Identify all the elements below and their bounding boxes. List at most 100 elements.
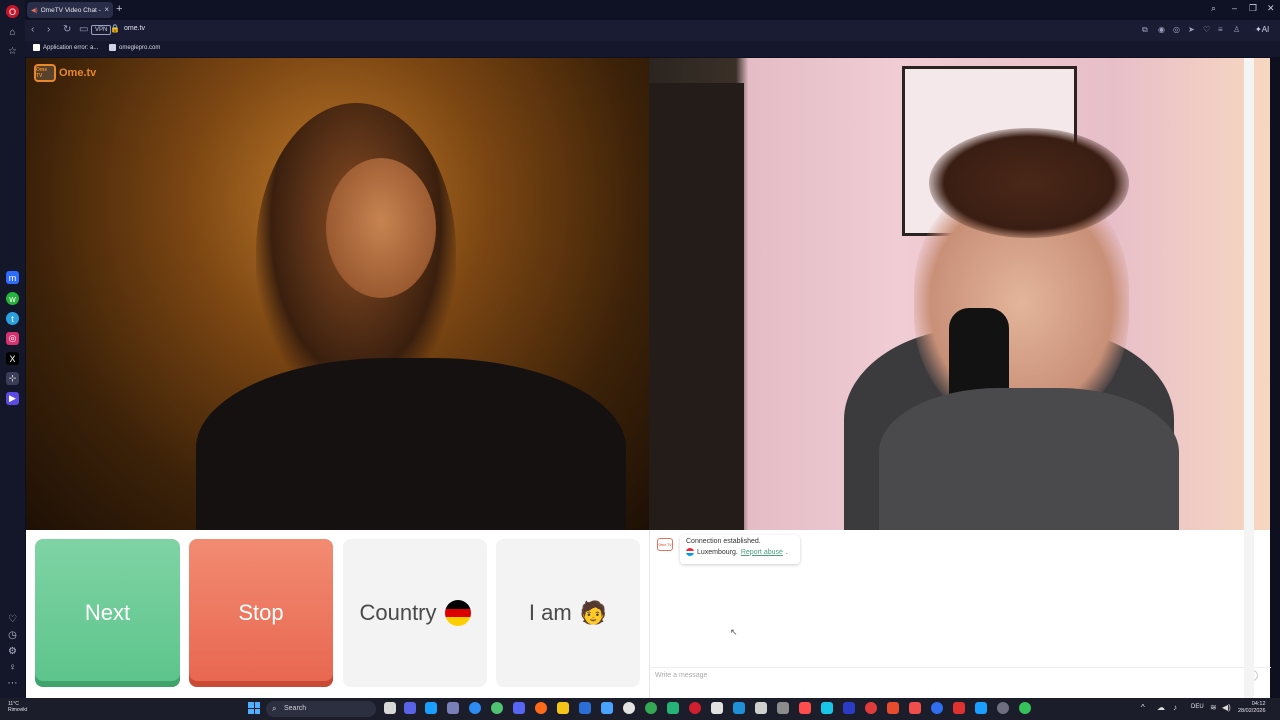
restore-icon[interactable]: ❐ <box>1249 3 1257 14</box>
extension-icon[interactable]: ⊹ <box>6 372 19 385</box>
bulb-icon[interactable]: ♀ <box>7 662 18 673</box>
app-icon[interactable] <box>799 702 811 714</box>
more-icon[interactable]: ⋯ <box>7 678 18 689</box>
tab-snapshot-icon[interactable]: ▭ <box>79 24 88 35</box>
ometv-logo[interactable]: Ome TV Ome.tv <box>34 64 96 82</box>
taskbar-search[interactable]: ⌕ Search <box>266 701 376 717</box>
star-icon[interactable]: ☆ <box>7 46 18 57</box>
language-indicator[interactable]: DEU <box>1191 704 1204 710</box>
snapshot-icon[interactable]: ⧉ <box>1142 25 1148 35</box>
country-button[interactable]: Country <box>343 539 487 687</box>
start-icon[interactable] <box>248 702 260 714</box>
ometv-page: Ome TV Ome.tv Next Stop Country I am 🧑 O… <box>26 58 1271 698</box>
telegram-icon[interactable]: t <box>6 312 19 325</box>
self-video <box>649 58 1270 530</box>
history-icon[interactable]: ◷ <box>7 630 18 641</box>
app-icon[interactable] <box>469 702 481 714</box>
app-icon[interactable] <box>711 702 723 714</box>
i-am-button[interactable]: I am 🧑 <box>496 539 640 687</box>
app-icon[interactable] <box>1019 702 1031 714</box>
heart-bookmark-icon[interactable]: ♡ <box>1203 25 1210 34</box>
firefox-icon[interactable] <box>535 702 547 714</box>
stranger-country: Luxembourg. <box>697 548 738 556</box>
app-icon[interactable] <box>404 702 416 714</box>
app-icon[interactable] <box>777 702 789 714</box>
heart-icon[interactable]: ♡ <box>7 614 18 625</box>
player-icon[interactable]: ▶ <box>6 392 19 405</box>
camera-icon[interactable]: ◉ <box>1158 25 1165 34</box>
easy-setup-icon[interactable]: ≡ <box>1218 25 1223 34</box>
page-scrollbar[interactable] <box>1244 58 1254 698</box>
task-view-icon[interactable] <box>384 702 396 714</box>
forward-icon[interactable]: › <box>47 24 50 35</box>
mouse-cursor-icon: ↖ <box>730 627 738 637</box>
file-explorer-icon[interactable] <box>557 702 569 714</box>
report-abuse-link[interactable]: Report abuse <box>741 549 783 556</box>
system-clock[interactable]: 04:12 28/02/2026 <box>1238 701 1266 715</box>
app-icon[interactable] <box>447 702 459 714</box>
bookmark-item[interactable]: omeglepro.com <box>109 44 160 51</box>
new-tab-icon[interactable]: + <box>116 3 122 15</box>
app-icon[interactable] <box>491 702 503 714</box>
app-icon[interactable] <box>975 702 987 714</box>
app-icon[interactable] <box>755 702 767 714</box>
messenger-icon[interactable]: m <box>6 271 19 284</box>
opera-icon[interactable] <box>689 702 701 714</box>
vpn-shield-icon[interactable]: ◎ <box>1173 25 1180 34</box>
chrome-icon[interactable] <box>645 702 657 714</box>
tab-ometv[interactable]: ◀) OmeTV Video Chat - × <box>27 2 113 18</box>
volume-icon[interactable]: ◀) <box>1222 703 1231 712</box>
opera-logo-icon[interactable]: O <box>6 5 19 18</box>
app-icon[interactable] <box>821 702 833 714</box>
bookmark-item[interactable]: Application error: a... <box>33 44 98 51</box>
profile-icon[interactable]: ♙ <box>1233 25 1240 34</box>
germany-flag-icon <box>444 600 471 626</box>
app-icon[interactable] <box>865 702 877 714</box>
app-icon[interactable] <box>931 702 943 714</box>
mic-icon[interactable]: ♪ <box>1173 703 1177 712</box>
tray-expand-icon[interactable]: ^ <box>1141 703 1145 712</box>
app-icon[interactable] <box>667 702 679 714</box>
app-icon[interactable] <box>909 702 921 714</box>
app-icon[interactable] <box>623 702 635 714</box>
back-icon[interactable]: ‹ <box>31 24 34 35</box>
minimize-icon[interactable]: – <box>1232 3 1237 13</box>
app-icon[interactable] <box>843 702 855 714</box>
stop-button[interactable]: Stop <box>189 539 333 687</box>
settings-icon[interactable]: ⚙ <box>7 646 18 657</box>
search-placeholder: Search <box>284 705 307 712</box>
app-icon[interactable] <box>953 702 965 714</box>
discord-icon[interactable] <box>513 702 525 714</box>
home-icon[interactable]: ⌂ <box>7 27 18 38</box>
app-icon[interactable] <box>997 702 1009 714</box>
steam-icon[interactable] <box>425 702 437 714</box>
app-icon[interactable] <box>579 702 591 714</box>
wifi-icon[interactable]: ≋ <box>1210 703 1217 712</box>
next-button[interactable]: Next <box>35 539 180 687</box>
instagram-icon[interactable]: ◎ <box>6 332 19 345</box>
address-bar: ‹ › ↻ ▭ VPN 🔒 ome.tv ⧉ ◉ ◎ ➤ ♡ ≡ ♙ ✦AI <box>25 20 1280 41</box>
weather-widget[interactable]: 11°C Rimovikt <box>8 701 27 713</box>
next-label: Next <box>84 600 131 625</box>
gender-emoji-icon: 🧑 <box>579 600 608 625</box>
country-info: Luxembourg. Report abuse. <box>686 548 794 556</box>
weather-desc: Rimovikt <box>8 707 28 713</box>
app-icon[interactable] <box>887 702 899 714</box>
app-icon[interactable] <box>601 702 613 714</box>
chat-message-input[interactable]: Write a message <box>650 667 1271 683</box>
stranger-video: Ome TV Ome.tv <box>26 58 649 530</box>
window-close-icon[interactable]: ✕ <box>1267 3 1275 14</box>
x-icon[interactable]: X <box>6 352 19 365</box>
browser-sidebar: O ⌂ ☆ m w t ◎ X ⊹ ▶ ♡ ◷ ⚙ ♀ ⋯ <box>0 0 25 698</box>
search-tabs-icon[interactable]: ⌕ <box>1211 3 1216 14</box>
whatsapp-icon[interactable]: w <box>6 292 19 305</box>
app-icon[interactable] <box>733 702 745 714</box>
url-field[interactable]: ome.tv <box>124 25 145 32</box>
vpn-badge[interactable]: VPN <box>91 25 112 35</box>
reload-icon[interactable]: ↻ <box>63 24 71 35</box>
aria-ai-icon[interactable]: ✦AI <box>1255 25 1269 34</box>
send-icon[interactable]: ➤ <box>1188 25 1195 34</box>
close-icon[interactable]: × <box>104 5 109 14</box>
lock-icon[interactable]: 🔒 <box>110 24 120 33</box>
network-icon[interactable]: ☁ <box>1157 703 1165 712</box>
